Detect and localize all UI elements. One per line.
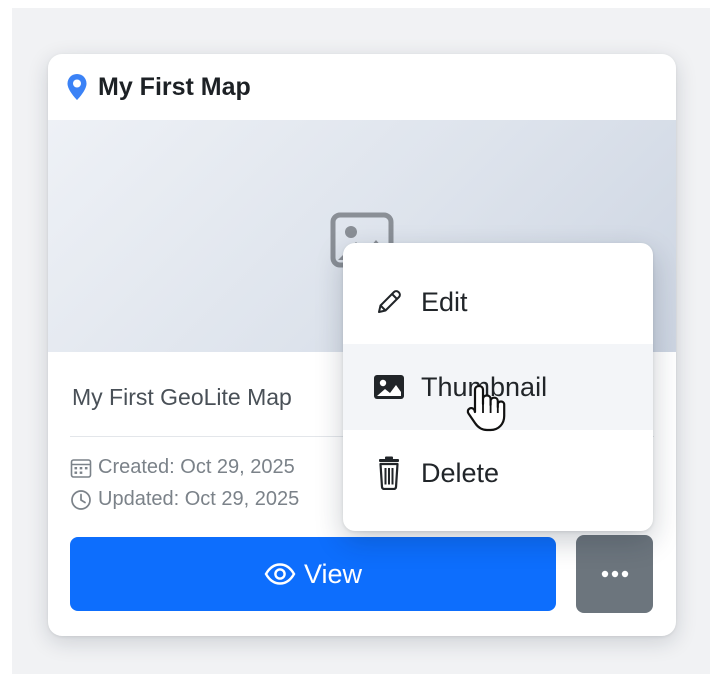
map-description: My First GeoLite Map: [72, 384, 292, 410]
clock-icon: [71, 489, 91, 510]
map-pin-icon: [66, 73, 88, 101]
view-button-label: View: [303, 558, 363, 589]
menu-item-delete[interactable]: Delete: [343, 430, 653, 516]
menu-item-thumbnail[interactable]: Thumbnail: [343, 344, 653, 430]
trash-icon: [371, 455, 407, 491]
more-options-button[interactable]: [576, 535, 653, 613]
view-button[interactable]: View: [70, 537, 556, 611]
pencil-icon: [371, 284, 407, 320]
card-title: My First Map: [98, 72, 251, 101]
ellipsis-icon: [601, 570, 628, 578]
menu-item-label: Edit: [421, 286, 468, 317]
created-text: Created: Oct 29, 2025: [98, 456, 295, 478]
eye-icon: [264, 563, 296, 585]
updated-text: Updated: Oct 29, 2025: [98, 488, 300, 510]
calendar-icon: [70, 458, 92, 478]
created-date: Created: Oct 29, 2025: [70, 456, 295, 479]
options-dropdown: Edit Thumbnail Delete: [343, 243, 653, 531]
menu-item-label: Thumbnail: [421, 371, 548, 402]
image-icon: [371, 369, 407, 405]
menu-item-label: Delete: [421, 457, 500, 488]
menu-item-edit[interactable]: Edit: [343, 259, 653, 345]
card-header: My First Map: [48, 54, 676, 121]
updated-date: Updated: Oct 29, 2025: [70, 488, 299, 511]
